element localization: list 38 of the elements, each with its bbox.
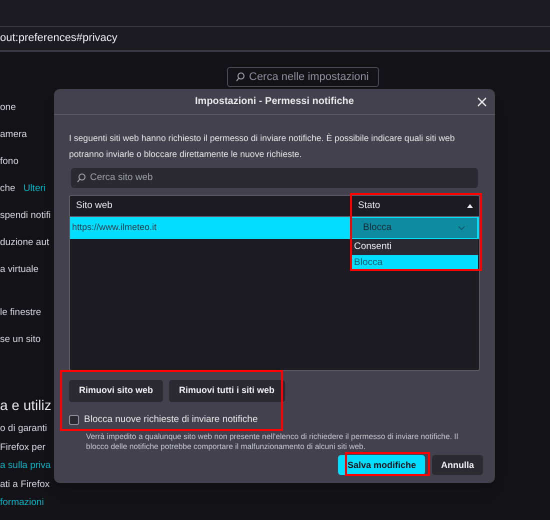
dialog-title: Impostazioni - Permessi notifiche: [195, 95, 354, 109]
setting-label: Firefox per: [0, 440, 46, 455]
column-header[interactable]: Stato: [351, 196, 479, 216]
remove-button[interactable]: Rimuovi tutti i siti web: [169, 380, 285, 402]
setting-label: che: [0, 182, 16, 196]
setting-label: fono: [0, 155, 18, 170]
link[interactable]: formazioni: [0, 496, 44, 510]
setting-label: o di garanti: [0, 422, 48, 436]
table-row[interactable]: https://www.ilmeteo.it Blocca: [70, 217, 479, 239]
column-header[interactable]: Sito web: [70, 196, 351, 216]
setting-label: ati a Firefox: [0, 478, 50, 492]
link[interactable]: a sulla priva: [0, 459, 51, 474]
section-heading: a e utiliz: [0, 396, 52, 414]
site-search-field[interactable]: Cerca sito web: [71, 168, 478, 188]
link[interactable]: Ulteri: [23, 182, 46, 197]
setting-label: amera: [0, 128, 27, 142]
checkbox[interactable]: [69, 415, 79, 426]
dialog-description: I seguenti siti web hanno richiesto il permesso di inviare notifiche. È possibile indicare quali siti web potranno inviarle o bloccare direttamente le nuove richieste.: [69, 132, 456, 161]
dropdown-option[interactable]: Consenti: [352, 239, 478, 255]
search-icon: [77, 173, 86, 183]
site-cell-text: https://www.ilmeteo.it: [71, 221, 158, 234]
checkbox-label[interactable]: Blocca nuove richieste di inviare notifiche: [84, 413, 258, 428]
remove-button[interactable]: Rimuovi sito web: [69, 380, 164, 402]
close-icon[interactable]: [477, 97, 487, 107]
setting-label: le finestre: [0, 306, 42, 320]
setting-label: one: [0, 101, 16, 116]
save-button[interactable]: Salva modifiche: [338, 455, 425, 476]
settings-search-field[interactable]: Cerca nelle impostazioni: [227, 67, 379, 87]
setting-label: duzione aut: [0, 236, 50, 250]
status-select[interactable]: Blocca: [351, 218, 477, 238]
search-icon: [236, 72, 245, 82]
setting-label: se un sito: [0, 333, 41, 348]
address-bar[interactable]: out:preferences#privacy: [0, 27, 550, 52]
setting-label: spendi notifi: [0, 209, 51, 224]
chevron-down-icon: [458, 226, 465, 230]
cancel-button[interactable]: Annulla: [432, 455, 483, 476]
setting-label: a virtuale: [0, 263, 39, 278]
sort-arrow-icon: [467, 204, 473, 208]
